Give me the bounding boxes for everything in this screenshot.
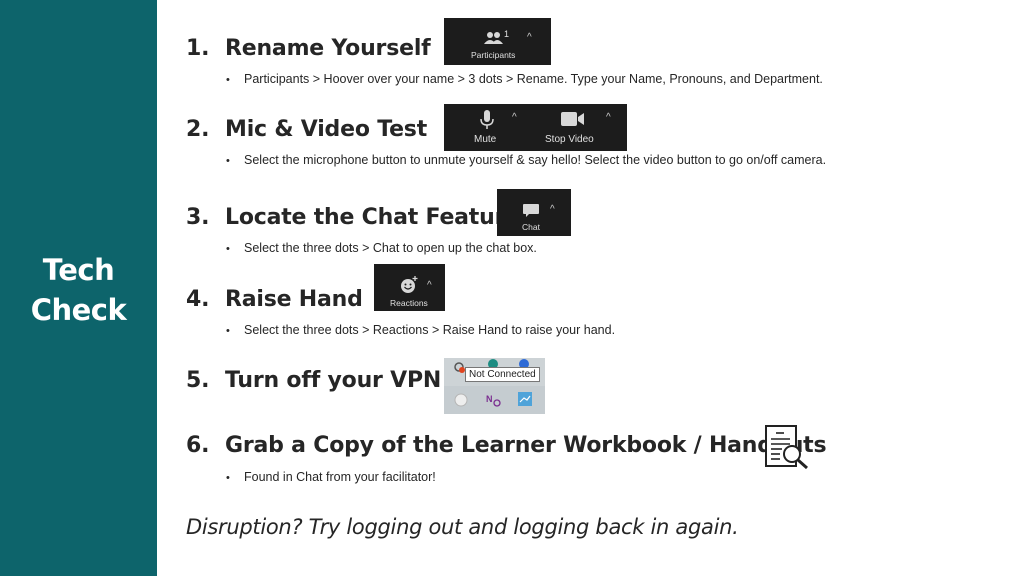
step-1-heading: 1. Rename Yourself — [186, 36, 431, 61]
step-title: Locate the Chat Feature — [225, 205, 520, 230]
step-title: Rename Yourself — [225, 36, 431, 61]
step-title: Mic & Video Test — [225, 117, 428, 142]
step-2-bullet: • Select the microphone button to unmute … — [226, 153, 826, 167]
smiley-plus-icon — [401, 276, 418, 293]
bullet-icon: • — [226, 155, 230, 167]
bullet-text: Select the three dots > Reactions > Rais… — [244, 323, 616, 337]
mic-video-buttons-screenshot: ^ Mute ^ Stop Video — [444, 104, 627, 151]
step-5-heading: 5. Turn off your VPN — [186, 368, 441, 393]
step-3-heading: 3. Locate the Chat Feature — [186, 205, 520, 230]
reactions-label: Reactions — [390, 298, 428, 308]
step-number: 1. — [186, 36, 210, 61]
step-4-bullet: • Select the three dots > Reactions > Rai… — [226, 323, 615, 337]
participants-label: Participants — [471, 50, 516, 60]
participants-icon — [484, 32, 503, 44]
step-4-heading: 4. Raise Hand — [186, 287, 363, 312]
sidebar: Tech Check — [0, 0, 157, 576]
bullet-text: Select the microphone button to unmute y… — [244, 153, 827, 167]
participants-button-screenshot: 1 ^ Participants — [444, 18, 551, 65]
step-number: 3. — [186, 205, 210, 230]
bullet-text: Found in Chat from your facilitator! — [244, 470, 436, 484]
stop-video-label: Stop Video — [545, 134, 594, 145]
step-title: Turn off your VPN — [225, 368, 442, 393]
step-title: Raise Hand — [225, 287, 363, 312]
disruption-note: Disruption? Try logging out and logging … — [186, 515, 739, 539]
caret-up-icon: ^ — [512, 112, 517, 123]
step-6-bullet: • Found in Chat from your facilitator! — [226, 470, 436, 484]
bullet-icon: • — [226, 243, 230, 255]
bullet-icon: • — [226, 472, 230, 484]
bullet-icon: • — [226, 74, 230, 86]
globe-icon — [454, 393, 468, 407]
onenote-icon: N — [486, 394, 501, 407]
slide-title-line2: Check — [30, 293, 127, 327]
bullet-text: Select the three dots > Chat to open up … — [244, 241, 537, 255]
chat-button-screenshot: ^ Chat — [497, 189, 571, 236]
bullet-text: Participants > Hoover over your name > 3… — [244, 72, 823, 86]
chat-bubble-icon — [523, 204, 539, 217]
reactions-button-screenshot: ^ Reactions — [374, 264, 445, 311]
participant-count: 1 — [504, 29, 510, 39]
system-tray-screenshot: Not Connected N — [444, 358, 545, 414]
microphone-icon — [480, 110, 494, 129]
step-6-heading: 6. Grab a Copy of the Learner Workbook / … — [186, 433, 827, 458]
step-number: 2. — [186, 117, 210, 142]
slide-title-line1: Tech — [42, 253, 115, 287]
step-title: Grab a Copy of the Learner Workbook / Ha… — [225, 433, 827, 458]
step-1-bullet: • Participants > Hoover over your name > … — [226, 72, 823, 86]
step-2-heading: 2. Mic & Video Test — [186, 117, 427, 142]
step-number: 4. — [186, 287, 210, 312]
network-icon — [518, 392, 532, 406]
bullet-icon: • — [226, 325, 230, 337]
not-connected-tooltip: Not Connected — [465, 367, 540, 382]
caret-up-icon: ^ — [427, 280, 432, 291]
svg-text:N: N — [486, 394, 493, 404]
step-3-bullet: • Select the three dots > Chat to open up… — [226, 241, 537, 255]
caret-up-icon: ^ — [527, 32, 532, 43]
video-camera-icon — [561, 112, 584, 126]
mute-label: Mute — [474, 134, 497, 145]
caret-up-icon: ^ — [606, 112, 611, 123]
step-number: 5. — [186, 368, 210, 393]
slide-title: Tech Check — [0, 250, 157, 330]
tray-row: N — [444, 386, 545, 414]
document-search-icon — [765, 425, 808, 470]
chat-label: Chat — [522, 222, 540, 232]
step-number: 6. — [186, 433, 210, 458]
caret-up-icon: ^ — [550, 204, 555, 215]
